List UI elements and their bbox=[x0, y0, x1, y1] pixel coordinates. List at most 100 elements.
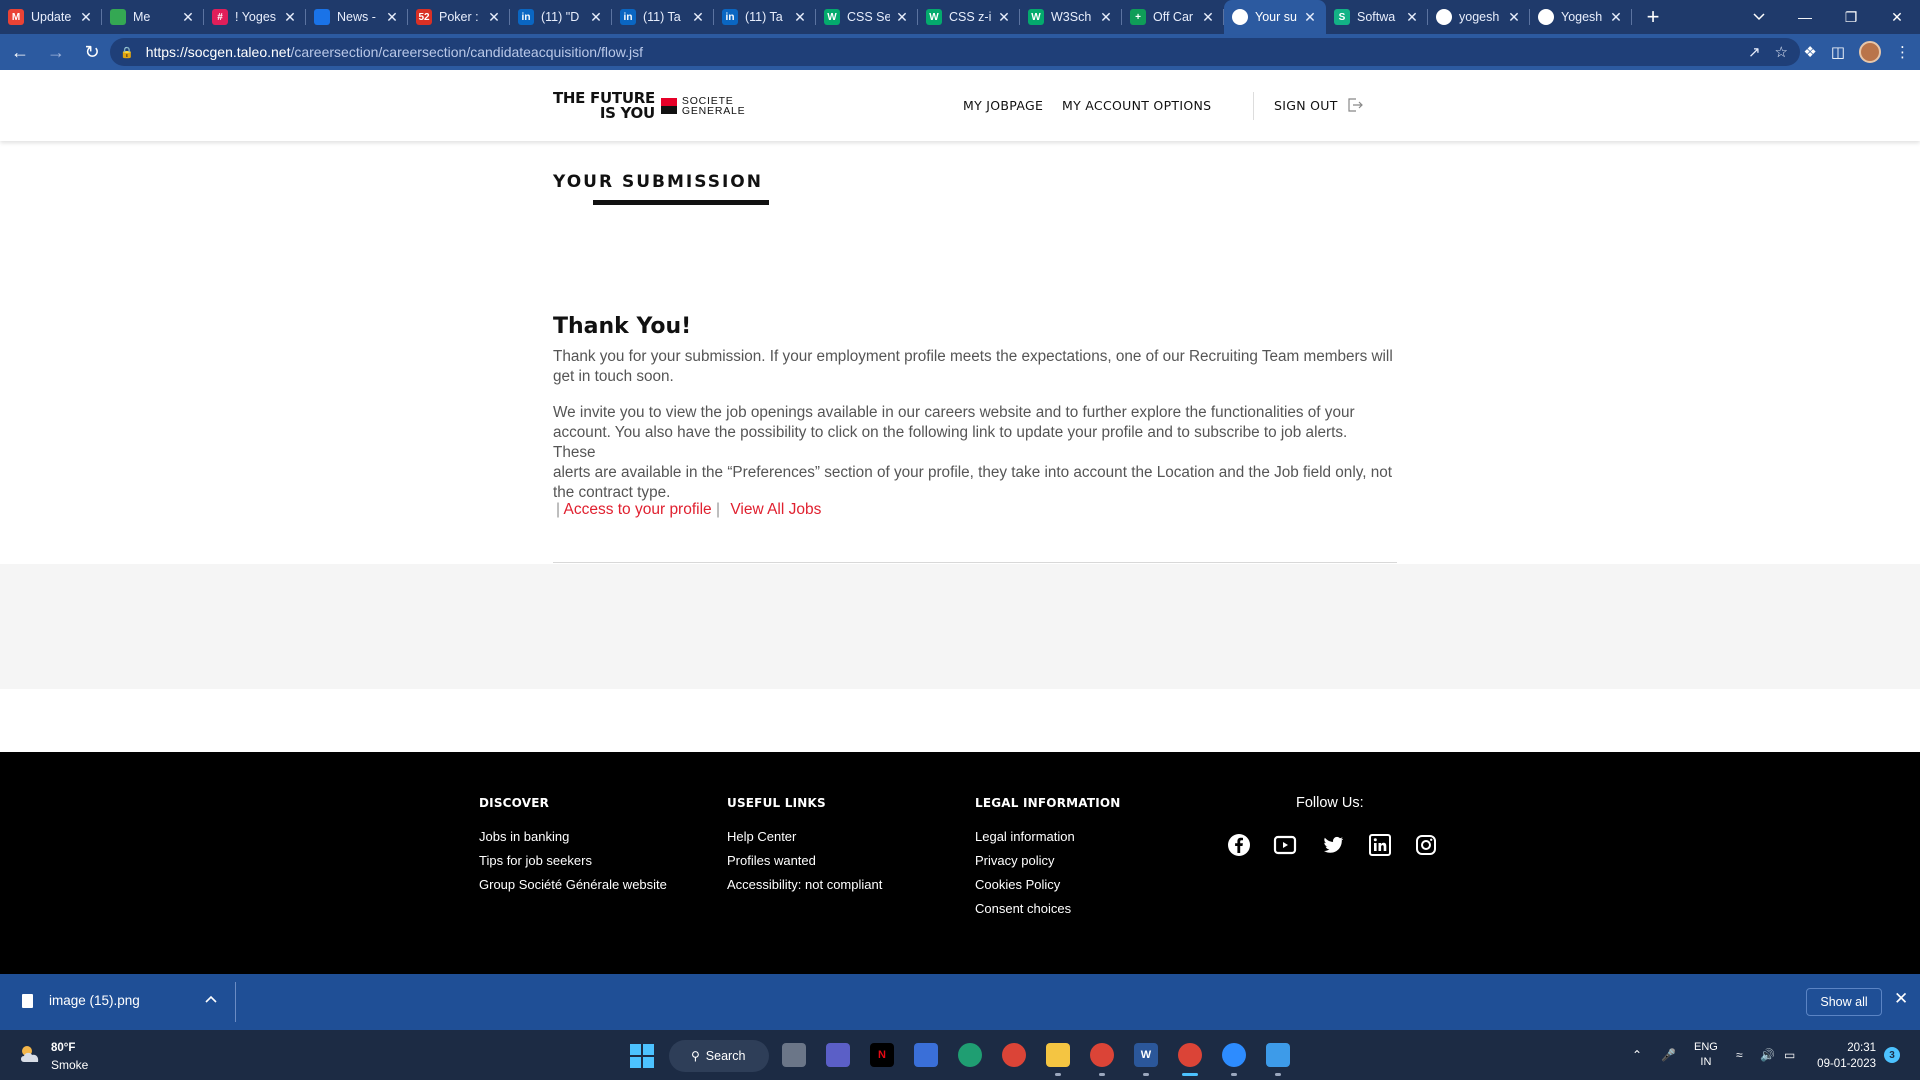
view-all-jobs-link[interactable]: View All Jobs bbox=[730, 501, 821, 518]
forward-icon[interactable]: → bbox=[40, 36, 72, 68]
tab-close-icon[interactable]: ✕ bbox=[180, 9, 196, 25]
facebook-icon[interactable] bbox=[1226, 832, 1252, 858]
new-tab-button[interactable]: + bbox=[1636, 0, 1670, 34]
tab-close-icon[interactable]: ✕ bbox=[1404, 9, 1420, 25]
paint-icon[interactable] bbox=[1266, 1043, 1290, 1067]
tray-overflow-icon[interactable]: ⌃ bbox=[1632, 1030, 1642, 1080]
tab-close-icon[interactable]: ✕ bbox=[384, 9, 400, 25]
tab-close-icon[interactable]: ✕ bbox=[588, 9, 604, 25]
downloaded-file[interactable]: image (15).png bbox=[49, 993, 140, 1008]
tab-close-icon[interactable]: ✕ bbox=[282, 9, 298, 25]
title-underline bbox=[593, 200, 769, 205]
task-view-icon[interactable] bbox=[782, 1043, 806, 1067]
reload-icon[interactable]: ↻ bbox=[76, 36, 108, 68]
youtube-icon[interactable] bbox=[1272, 832, 1298, 858]
minimize-icon[interactable]: — bbox=[1782, 0, 1828, 34]
footer-link-jobs-in-banking[interactable]: Jobs in banking bbox=[479, 829, 569, 844]
file-explorer-icon[interactable] bbox=[1046, 1043, 1070, 1067]
sign-out-icon[interactable] bbox=[1347, 97, 1363, 113]
browser-tab[interactable]: Your su ✕ bbox=[1224, 0, 1326, 34]
tab-close-icon[interactable]: ✕ bbox=[690, 9, 706, 25]
notification-badge[interactable]: 3 bbox=[1884, 1047, 1900, 1063]
close-window-icon[interactable]: ✕ bbox=[1874, 0, 1920, 34]
chrome-active-icon[interactable] bbox=[1178, 1043, 1202, 1067]
side-panel-icon[interactable]: ◫ bbox=[1831, 43, 1845, 61]
footer-link-group-website[interactable]: Group Société Générale website bbox=[479, 877, 667, 892]
tab-close-icon[interactable]: ✕ bbox=[996, 9, 1012, 25]
instagram-icon[interactable] bbox=[1413, 832, 1439, 858]
close-download-bar-icon[interactable]: ✕ bbox=[1894, 989, 1908, 1009]
footer-link-legal-information[interactable]: Legal information bbox=[975, 829, 1075, 844]
lock-icon[interactable]: 🔒 bbox=[120, 46, 134, 59]
footer-link-privacy-policy[interactable]: Privacy policy bbox=[975, 853, 1054, 868]
zoom-icon[interactable] bbox=[1222, 1043, 1246, 1067]
tab-close-icon[interactable]: ✕ bbox=[1302, 9, 1318, 25]
input-language[interactable]: ENG IN bbox=[1694, 1030, 1718, 1080]
restore-icon[interactable]: ❐ bbox=[1828, 0, 1874, 34]
browser-tab[interactable]: # ! Yoges ✕ bbox=[204, 0, 306, 34]
tab-close-icon[interactable]: ✕ bbox=[1608, 9, 1624, 25]
tab-close-icon[interactable]: ✕ bbox=[1506, 9, 1522, 25]
tab-title: Poker : bbox=[439, 10, 479, 24]
bookmark-star-icon[interactable]: ☆ bbox=[1775, 43, 1788, 61]
browser-tab[interactable]: News - ✕ bbox=[306, 0, 408, 34]
twitter-icon[interactable] bbox=[1320, 832, 1346, 858]
browser-tab[interactable]: in (11) Ta ✕ bbox=[612, 0, 714, 34]
site-logo[interactable]: THE FUTURE IS YOU SOCIETE GENERALE bbox=[553, 91, 745, 121]
browser-tab[interactable]: W CSS z-i ✕ bbox=[918, 0, 1020, 34]
browser-tab[interactable]: W W3Sch ✕ bbox=[1020, 0, 1122, 34]
browser-tab[interactable]: Me ✕ bbox=[102, 0, 204, 34]
browser-tab[interactable]: M Update ✕ bbox=[0, 0, 102, 34]
footer-link-help-center[interactable]: Help Center bbox=[727, 829, 796, 844]
chrome-icon[interactable] bbox=[1002, 1043, 1026, 1067]
url-bar[interactable]: 🔒 https://socgen.taleo.net/careersection… bbox=[110, 38, 1800, 66]
download-separator bbox=[235, 982, 236, 1022]
browser-tab[interactable]: + Off Car ✕ bbox=[1122, 0, 1224, 34]
tab-close-icon[interactable]: ✕ bbox=[486, 9, 502, 25]
tab-close-icon[interactable]: ✕ bbox=[894, 9, 910, 25]
battery-icon[interactable]: ▭ bbox=[1784, 1030, 1795, 1080]
access-profile-link[interactable]: Access to your profile bbox=[563, 501, 711, 518]
footer-link-tips[interactable]: Tips for job seekers bbox=[479, 853, 592, 868]
nav-sign-out[interactable]: SIGN OUT bbox=[1274, 98, 1338, 113]
footer-link-accessibility[interactable]: Accessibility: not compliant bbox=[727, 877, 882, 892]
extensions-icon[interactable]: ❖ bbox=[1803, 43, 1816, 61]
footer-link-profiles-wanted[interactable]: Profiles wanted bbox=[727, 853, 816, 868]
share-icon[interactable]: ↗ bbox=[1748, 43, 1761, 61]
chevron-up-icon[interactable] bbox=[205, 990, 217, 1006]
chrome-profile-icon[interactable] bbox=[1090, 1043, 1114, 1067]
edge-icon[interactable] bbox=[958, 1043, 982, 1067]
tab-close-icon[interactable]: ✕ bbox=[1098, 9, 1114, 25]
browser-tab[interactable]: 52 Poker : ✕ bbox=[408, 0, 510, 34]
start-windows-icon[interactable] bbox=[630, 1044, 654, 1068]
browser-menu-icon[interactable]: ⋮ bbox=[1895, 43, 1910, 61]
linkedin-icon[interactable] bbox=[1367, 832, 1393, 858]
tab-close-icon[interactable]: ✕ bbox=[1200, 9, 1216, 25]
browser-tab[interactable]: S Softwa ✕ bbox=[1326, 0, 1428, 34]
system-clock[interactable]: 20:31 09-01-2023 bbox=[1812, 1040, 1876, 1072]
browser-tab[interactable]: in (11) "D ✕ bbox=[510, 0, 612, 34]
tab-search-icon[interactable] bbox=[1746, 0, 1772, 34]
volume-icon[interactable]: 🔊 bbox=[1760, 1030, 1775, 1080]
weather-cloud-icon[interactable] bbox=[18, 1043, 44, 1065]
footer-link-cookies-policy[interactable]: Cookies Policy bbox=[975, 877, 1060, 892]
browser-tab[interactable]: yogesh ✕ bbox=[1428, 0, 1530, 34]
tab-close-icon[interactable]: ✕ bbox=[792, 9, 808, 25]
nav-my-jobpage[interactable]: MY JOBPAGE bbox=[963, 98, 1043, 113]
browser-tab[interactable]: W CSS Se ✕ bbox=[816, 0, 918, 34]
netflix-icon[interactable]: N bbox=[870, 1043, 894, 1067]
browser-tab[interactable]: in (11) Ta ✕ bbox=[714, 0, 816, 34]
teams-chat-icon[interactable] bbox=[826, 1043, 850, 1067]
wifi-icon[interactable]: ≈ bbox=[1736, 1030, 1743, 1080]
footer-link-consent-choices[interactable]: Consent choices bbox=[975, 901, 1071, 916]
profile-avatar[interactable] bbox=[1859, 41, 1881, 63]
tab-close-icon[interactable]: ✕ bbox=[78, 9, 94, 25]
back-icon[interactable]: ← bbox=[4, 36, 36, 68]
taskbar-search[interactable]: ⚲ Search bbox=[669, 1040, 769, 1072]
microphone-icon[interactable]: 🎤 bbox=[1661, 1030, 1676, 1080]
browser-tab[interactable]: Yogesh ✕ bbox=[1530, 0, 1632, 34]
word-icon[interactable]: W bbox=[1134, 1043, 1158, 1067]
nav-my-account-options[interactable]: MY ACCOUNT OPTIONS bbox=[1062, 98, 1211, 113]
microsoft-store-icon[interactable] bbox=[914, 1043, 938, 1067]
show-all-button[interactable]: Show all bbox=[1806, 988, 1882, 1016]
